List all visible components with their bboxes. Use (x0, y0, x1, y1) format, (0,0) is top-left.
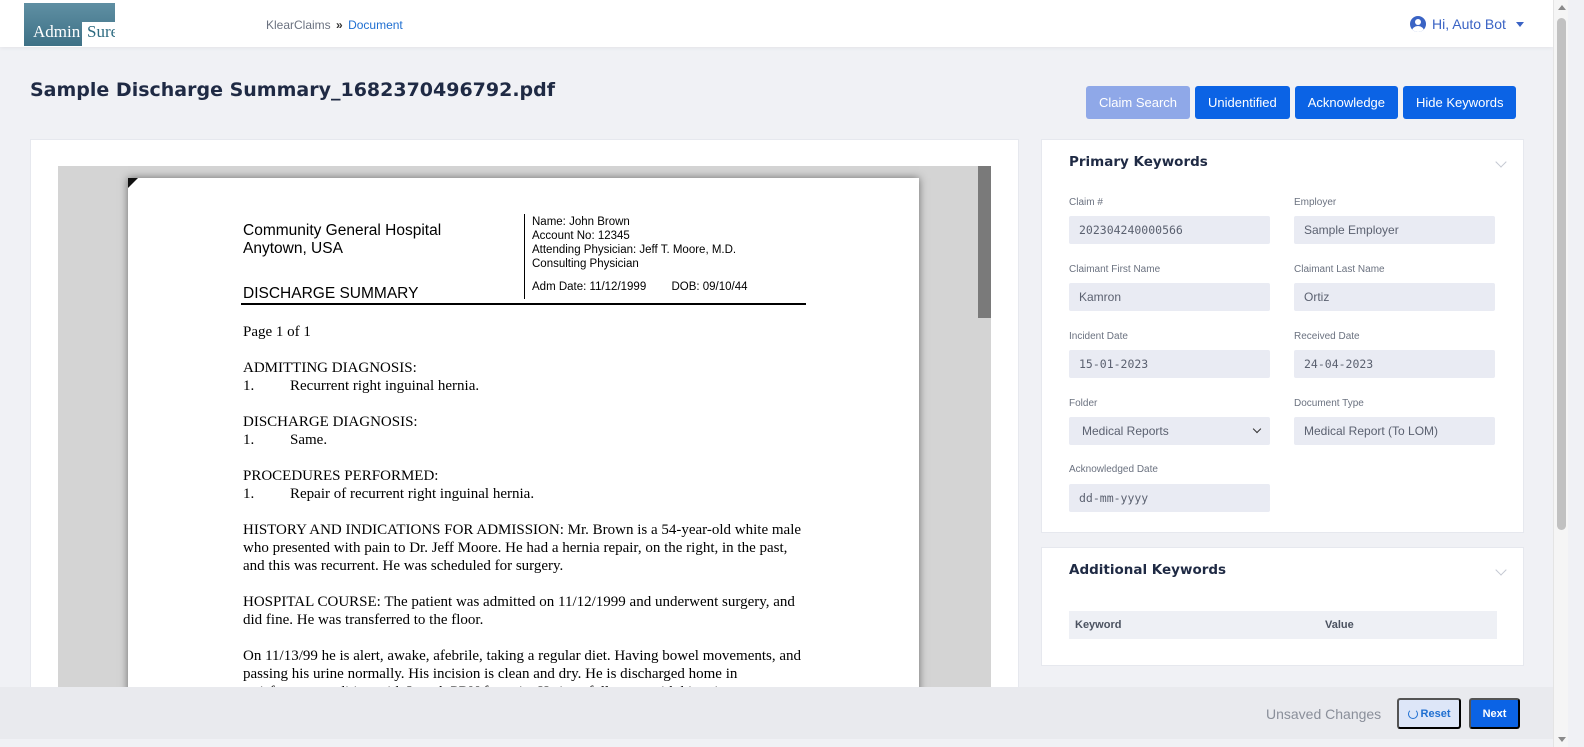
hide-keywords-button[interactable]: Hide Keywords (1403, 86, 1517, 119)
procedures-section: PROCEDURES PERFORMED: 1. Repair of recurr… (243, 467, 808, 503)
logo-text-admin: Admin (33, 22, 81, 41)
consulting-physician: Consulting Physician (532, 258, 639, 270)
document-viewer-card: Community General Hospital Anytown, USA … (30, 139, 1019, 700)
received-date-label: Received Date (1294, 331, 1360, 342)
scroll-up-icon[interactable] (1558, 5, 1566, 10)
patient-info: Name: John Brown Account No: 12345 Atten… (532, 215, 736, 271)
page-scrollbar[interactable] (1553, 0, 1568, 747)
viewer-scrollbar-thumb[interactable] (978, 166, 991, 318)
pdf-page: Community General Hospital Anytown, USA … (128, 178, 919, 700)
unidentified-button[interactable]: Unidentified (1195, 86, 1290, 119)
discharge-num: 1. (243, 432, 255, 448)
discharge-item: Same. (290, 432, 328, 448)
unsaved-changes-status: Unsaved Changes (1266, 706, 1382, 722)
course-paragraph: HOSPITAL COURSE: The patient was admitte… (243, 594, 795, 628)
admitting-item: Recurrent right inguinal hernia. (290, 378, 480, 394)
hospital-name: Community General Hospital (243, 222, 442, 239)
admitting-num: 1. (243, 378, 255, 394)
admitting-heading: ADMITTING DIAGNOSIS: (243, 360, 417, 376)
folder-select[interactable]: Medical Reports (1069, 417, 1270, 445)
page-title: Sample Discharge Summary_1682370496792.p… (30, 79, 556, 101)
additional-keywords-panel: Additional Keywords Keyword Value (1041, 547, 1524, 666)
history-paragraph: HISTORY AND INDICATIONS FOR ADMISSION: M… (243, 522, 802, 574)
hospital-header: Community General Hospital Anytown, USA (243, 222, 441, 258)
document-type-label: Document Type (1294, 398, 1364, 409)
procedures-heading: PROCEDURES PERFORMED: (243, 468, 439, 484)
caret-down-icon (1515, 21, 1524, 27)
claim-label: Claim # (1069, 197, 1103, 208)
employer-field[interactable]: Sample Employer (1294, 216, 1495, 244)
acknowledged-date-field[interactable]: dd-mm-yyyy (1069, 484, 1270, 512)
folder-label: Folder (1069, 398, 1098, 409)
logo-text-sure: Sure (87, 22, 115, 41)
header-divider (524, 214, 525, 299)
adminsure-logo[interactable]: Admin Sure (24, 3, 115, 46)
claim-search-button[interactable]: Claim Search (1086, 86, 1191, 119)
next-button[interactable]: Next (1469, 698, 1520, 729)
scrollbar-thumb[interactable] (1557, 18, 1566, 530)
patient-name: Name: John Brown (532, 216, 630, 228)
dob: DOB: 09/10/44 (671, 281, 748, 293)
last-name-label: Claimant Last Name (1294, 264, 1385, 275)
employer-label: Employer (1294, 197, 1337, 208)
user-circle-icon (1410, 16, 1426, 32)
claim-field[interactable]: 202304240000566 (1069, 216, 1270, 244)
adm-date: Adm Date: 11/12/1999 (532, 281, 647, 293)
reset-icon (1407, 708, 1418, 719)
chevron-down-icon[interactable] (1495, 564, 1507, 576)
discharge-section: DISCHARGE DIAGNOSIS: 1. Same. (243, 413, 808, 449)
account-no: Account No: 12345 (532, 230, 630, 242)
chevron-down-icon (1252, 424, 1262, 434)
procedures-item: Repair of recurrent right inguinal herni… (290, 486, 535, 502)
procedures-num: 1. (243, 486, 255, 502)
page-corner-mark (128, 178, 138, 188)
viewer-scrollbar[interactable] (978, 166, 991, 700)
scroll-down-icon[interactable] (1558, 737, 1566, 742)
admitting-section: ADMITTING DIAGNOSIS: 1. Recurrent right i… (243, 359, 808, 395)
folder-select-value: Medical Reports (1082, 424, 1169, 438)
discharge-summary-title: DISCHARGE SUMMARY (243, 285, 419, 302)
breadcrumb-current[interactable]: Document (348, 18, 403, 32)
breadcrumb-root[interactable]: KlearClaims (266, 18, 331, 32)
value-column-header: Value (1325, 619, 1354, 631)
additional-keywords-title: Additional Keywords (1069, 562, 1227, 578)
discharge-heading: DISCHARGE DIAGNOSIS: (243, 414, 418, 430)
incident-date-field[interactable]: 15-01-2023 (1069, 350, 1270, 378)
first-name-field[interactable]: Kamron (1069, 283, 1270, 311)
page-label: Page 1 of 1 (243, 324, 311, 340)
acknowledged-date-label: Acknowledged Date (1069, 464, 1158, 475)
last-name-field[interactable]: Ortiz (1294, 283, 1495, 311)
reset-button[interactable]: Reset (1397, 698, 1461, 729)
first-name-label: Claimant First Name (1069, 264, 1161, 275)
attending-physician: Attending Physician: Jeff T. Moore, M.D. (532, 244, 737, 256)
chevron-down-icon[interactable] (1495, 156, 1507, 168)
primary-keywords-title: Primary Keywords (1069, 154, 1208, 170)
incident-date-label: Incident Date (1069, 331, 1128, 342)
top-navbar: Admin Sure KlearClaims » Document Hi, Au… (0, 0, 1553, 47)
hospital-city: Anytown, USA (243, 240, 343, 257)
acknowledge-button[interactable]: Acknowledge (1294, 86, 1399, 119)
reset-label: Reset (1420, 707, 1451, 720)
user-greeting: Hi, Auto Bot (1432, 16, 1506, 32)
keyword-column-header: Keyword (1075, 619, 1122, 631)
action-toolbar: Claim Search Unidentified Acknowledge Hi… (1086, 86, 1517, 119)
user-menu[interactable]: Hi, Auto Bot (1410, 16, 1524, 32)
admission-info: Adm Date: 11/12/1999 DOB: 09/10/44 (532, 281, 770, 293)
document-body: Page 1 of 1 ADMITTING DIAGNOSIS: 1. Recur… (243, 323, 808, 700)
header-rule (241, 303, 806, 305)
keywords-table-header: Keyword Value (1069, 611, 1497, 639)
document-type-field[interactable]: Medical Report (To LOM) (1294, 417, 1495, 445)
received-date-field[interactable]: 24-04-2023 (1294, 350, 1495, 378)
breadcrumb: KlearClaims » Document (266, 18, 403, 32)
primary-keywords-panel: Primary Keywords Claim # 202304240000566… (1041, 139, 1524, 533)
breadcrumb-separator-icon: » (336, 18, 343, 32)
pdf-viewer[interactable]: Community General Hospital Anytown, USA … (58, 166, 991, 700)
bottom-action-bar: Unsaved Changes Reset Next (0, 687, 1553, 739)
